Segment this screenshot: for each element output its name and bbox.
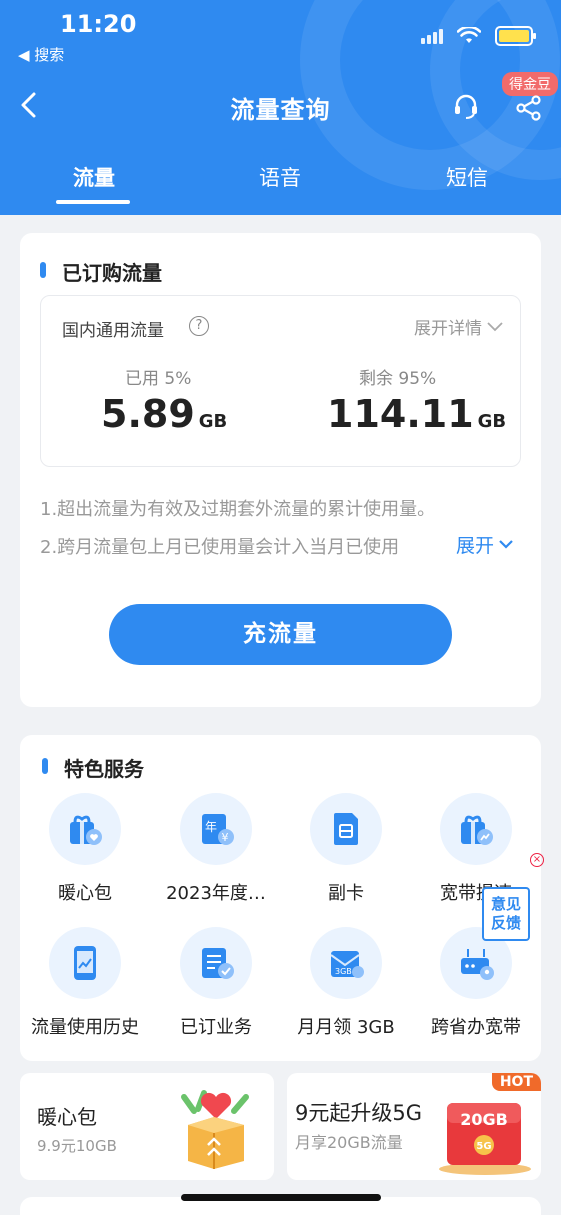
- help-icon[interactable]: ?: [189, 316, 209, 336]
- gift-heart-icon: [49, 793, 121, 865]
- expand-detail-label: 展开详情: [414, 319, 482, 339]
- used-value: 5.89: [101, 392, 195, 436]
- order-check-icon: [180, 927, 252, 999]
- promo-card-warm-pack[interactable]: 暖心包 9.9元10GB: [20, 1073, 274, 1180]
- promo-card-5g-upgrade[interactable]: 9元起升级5G 月享20GB流量 HOT 20GB 5G: [287, 1073, 541, 1180]
- feedback-label-line1: 意见: [490, 895, 521, 913]
- phone-chart-icon: [49, 927, 121, 999]
- used-unit: GB: [198, 411, 228, 432]
- status-icons: [421, 26, 536, 46]
- service-label: 月月领 3GB: [297, 1017, 395, 1038]
- service-item-ordered-business[interactable]: 已订业务: [151, 927, 281, 1039]
- expand-detail-button[interactable]: 展开详情: [414, 314, 504, 339]
- status-time: 11:20: [60, 10, 137, 38]
- promo-subtitle: 9.9元10GB: [37, 1137, 117, 1155]
- package-network-label: 5G: [476, 1141, 491, 1152]
- sim-card-icon: [310, 793, 382, 865]
- featured-services-card: 特色服务 暖心包 年 ¥ 2023年度… 副卡 宽带提速 流量使用历史 已订业务…: [20, 735, 541, 1061]
- recharge-flow-button[interactable]: 充流量: [109, 604, 452, 665]
- active-tab-indicator: [56, 200, 130, 204]
- remaining-amount: 114.11 GB: [327, 392, 506, 436]
- annual-report-icon: 年 ¥: [180, 793, 252, 865]
- remaining-percent-label: 剩余 95%: [359, 369, 437, 389]
- data-package-illustration: 20GB 5G: [439, 1103, 531, 1175]
- service-label: 2023年度…: [166, 883, 266, 904]
- chevron-down-icon: [499, 539, 513, 549]
- notes-expand-button[interactable]: 展开: [454, 531, 515, 558]
- gift-box-illustration: [181, 1090, 249, 1169]
- service-item-warm-pack[interactable]: 暖心包: [20, 793, 150, 905]
- app-header: 11:20 ◀ 搜索 流量查询 得金豆 流量 语音 短信: [0, 0, 561, 215]
- used-amount: 5.89 GB: [101, 392, 227, 436]
- feedback-label-line2: 反馈: [490, 914, 521, 932]
- tab-sms[interactable]: 短信: [407, 162, 527, 192]
- promo-subtitle: 月享20GB流量: [295, 1133, 403, 1152]
- used-percent-label: 已用 5%: [125, 369, 192, 389]
- section-title: 特色服务: [42, 753, 144, 782]
- service-label: 暖心包: [58, 883, 112, 904]
- remain-unit: GB: [477, 411, 507, 432]
- back-to-app-link[interactable]: ◀ 搜索: [18, 44, 64, 65]
- service-label: 副卡: [328, 883, 364, 904]
- note-line: 1.超出流量为有效及过期套外流量的累计使用量。: [40, 499, 436, 520]
- beans-badge[interactable]: 得金豆: [502, 72, 558, 96]
- home-indicator[interactable]: [181, 1194, 381, 1201]
- tab-bar: 流量 语音 短信: [0, 162, 561, 212]
- service-item-monthly-3gb[interactable]: 3GB 月月领 3GB: [281, 927, 411, 1039]
- svg-text:¥: ¥: [222, 831, 229, 844]
- service-item-flow-history[interactable]: 流量使用历史: [20, 927, 150, 1039]
- wifi-icon: [457, 27, 481, 43]
- customer-service-icon[interactable]: [452, 92, 480, 120]
- service-label: 已订业务: [180, 1017, 252, 1038]
- service-label: 流量使用历史: [31, 1017, 139, 1038]
- service-item-annual-report[interactable]: 年 ¥ 2023年度…: [151, 793, 281, 905]
- cellular-signal-icon: [421, 28, 443, 44]
- svg-text:年: 年: [205, 820, 217, 834]
- tab-voice[interactable]: 语音: [220, 162, 340, 192]
- service-label: 跨省办宽带: [431, 1017, 521, 1038]
- chevron-down-icon: [487, 321, 503, 331]
- service-item-sub-card[interactable]: 副卡: [281, 793, 411, 905]
- promo-title: 暖心包: [37, 1105, 97, 1129]
- section-title: 已订购流量: [40, 257, 162, 286]
- note-line: 2.跨月流量包上月已使用量会计入当月已使用: [40, 537, 400, 558]
- notes-expand-label: 展开: [456, 535, 495, 557]
- share-icon[interactable]: [515, 94, 543, 122]
- promo-title: 9元起升级5G: [295, 1101, 422, 1125]
- package-amount-label: 20GB: [460, 1110, 508, 1129]
- remain-value: 114.11: [327, 392, 474, 436]
- close-icon[interactable]: ×: [530, 853, 544, 867]
- svg-text:3GB: 3GB: [335, 967, 352, 976]
- hot-badge: HOT: [491, 1073, 541, 1091]
- battery-icon: [495, 26, 536, 46]
- feedback-floater[interactable]: × 意见 反馈: [478, 853, 544, 941]
- tab-flow[interactable]: 流量: [34, 162, 154, 192]
- envelope-3gb-icon: 3GB: [310, 927, 382, 999]
- service-item-cross-province-broadband[interactable]: 跨省办宽带: [411, 927, 541, 1039]
- flow-type-label: 国内通用流量: [62, 321, 164, 341]
- purchased-flow-card: 已订购流量 国内通用流量 ? 展开详情 已用 5% 剩余 95% 5.89 GB …: [20, 233, 541, 707]
- flow-usage-box: 国内通用流量 ? 展开详情 已用 5% 剩余 95% 5.89 GB 114.11…: [40, 295, 521, 467]
- feedback-button[interactable]: 意见 反馈: [482, 887, 530, 941]
